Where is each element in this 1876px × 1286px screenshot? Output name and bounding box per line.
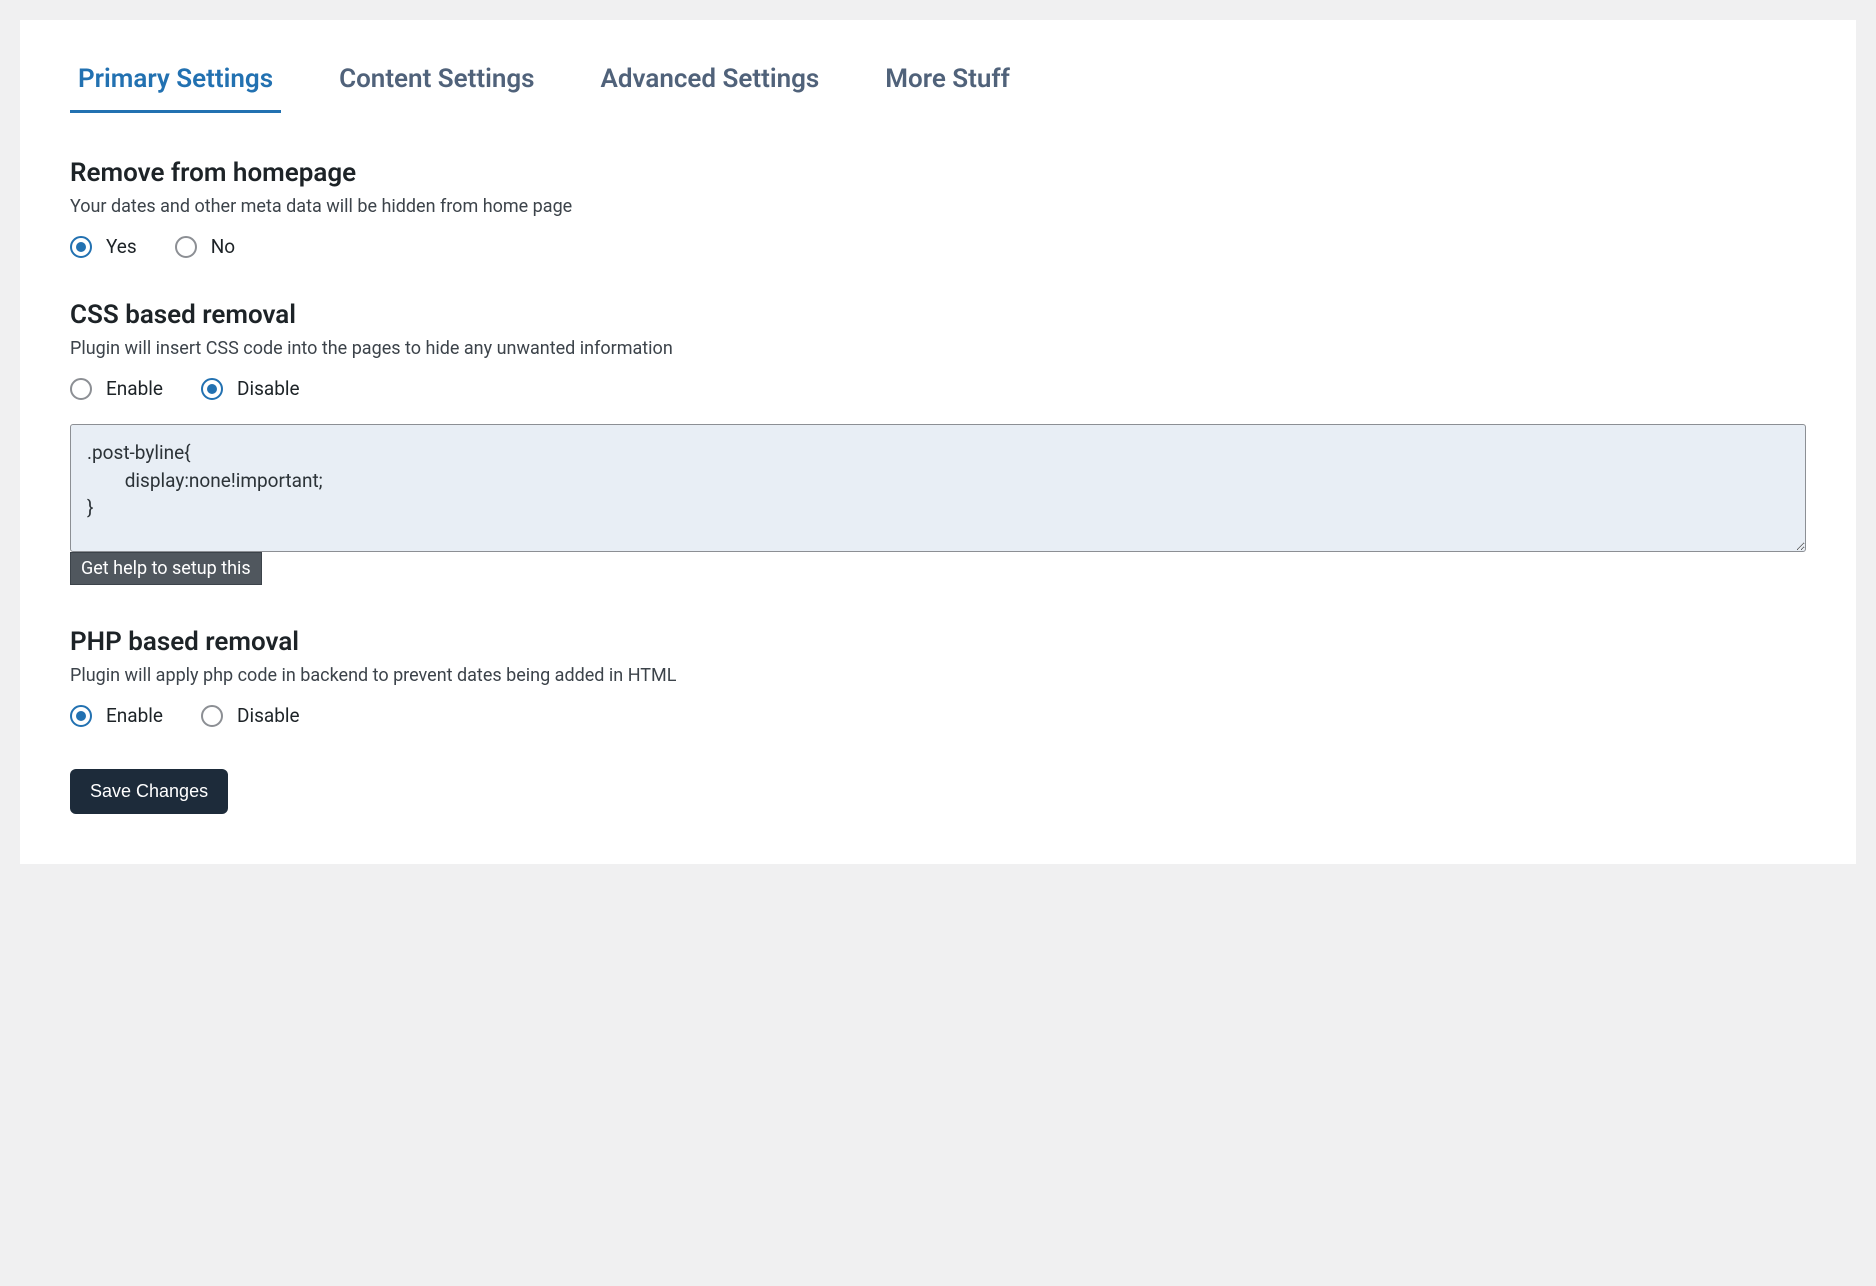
radio-label: Enable [106, 377, 163, 400]
tab-primary-settings[interactable]: Primary Settings [70, 50, 281, 113]
radio-php-disable[interactable]: Disable [201, 704, 300, 727]
radio-php-enable[interactable]: Enable [70, 704, 163, 727]
tab-advanced-settings[interactable]: Advanced Settings [593, 50, 828, 113]
radio-icon [201, 705, 223, 727]
help-setup-button[interactable]: Get help to setup this [70, 552, 262, 585]
tabs-bar: Primary Settings Content Settings Advanc… [70, 50, 1806, 113]
radio-icon [70, 705, 92, 727]
radio-label: Yes [106, 235, 137, 258]
section-desc: Plugin will apply php code in backend to… [70, 665, 1806, 686]
radio-label: Disable [237, 704, 300, 727]
radio-label: Disable [237, 377, 300, 400]
radio-label: No [211, 235, 235, 258]
radio-icon [201, 378, 223, 400]
section-php-removal: PHP based removal Plugin will apply php … [70, 627, 1806, 727]
section-remove-homepage: Remove from homepage Your dates and othe… [70, 158, 1806, 258]
css-code-textarea[interactable] [70, 424, 1806, 552]
section-title: CSS based removal [70, 300, 1806, 330]
section-desc: Plugin will insert CSS code into the pag… [70, 338, 1806, 359]
radio-remove-home-no[interactable]: No [175, 235, 235, 258]
section-desc: Your dates and other meta data will be h… [70, 196, 1806, 217]
radio-css-disable[interactable]: Disable [201, 377, 300, 400]
radio-label: Enable [106, 704, 163, 727]
tab-content-settings[interactable]: Content Settings [331, 50, 542, 113]
section-title: PHP based removal [70, 627, 1806, 657]
radio-group-remove-home: Yes No [70, 235, 1806, 258]
radio-icon [70, 236, 92, 258]
radio-group-css-removal: Enable Disable [70, 377, 1806, 400]
section-css-removal: CSS based removal Plugin will insert CSS… [70, 300, 1806, 585]
save-changes-button[interactable]: Save Changes [70, 769, 228, 814]
radio-icon [70, 378, 92, 400]
tab-more-stuff[interactable]: More Stuff [877, 50, 1018, 113]
settings-panel: Primary Settings Content Settings Advanc… [20, 20, 1856, 864]
radio-icon [175, 236, 197, 258]
radio-remove-home-yes[interactable]: Yes [70, 235, 137, 258]
section-title: Remove from homepage [70, 158, 1806, 188]
radio-css-enable[interactable]: Enable [70, 377, 163, 400]
radio-group-php-removal: Enable Disable [70, 704, 1806, 727]
